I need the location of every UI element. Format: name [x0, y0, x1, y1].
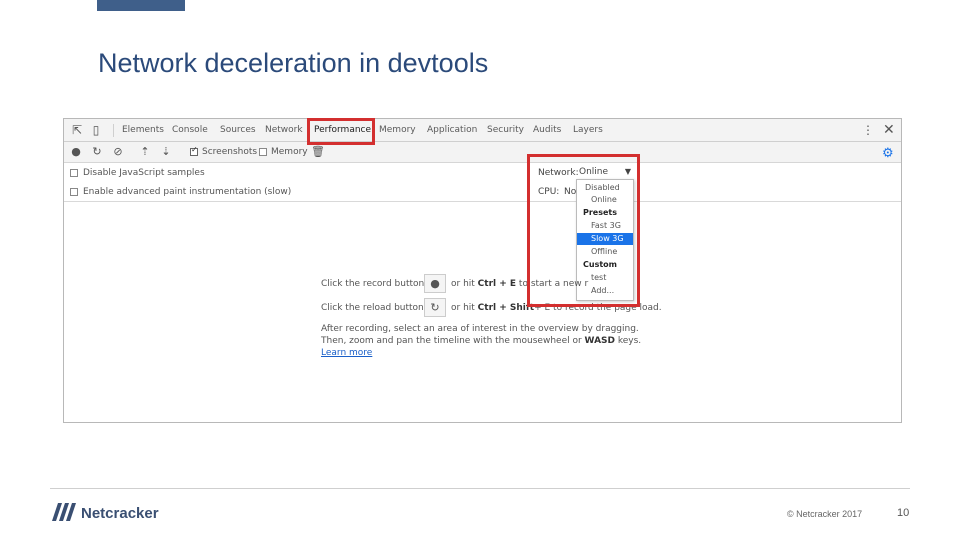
- devtools-tab-bar: ⇱ ▯ Elements Console Sources Network Per…: [64, 119, 901, 142]
- inspect-element-icon[interactable]: ⇱: [70, 123, 84, 137]
- record-instruction-prefix: Click the record button: [321, 279, 425, 289]
- tab-application[interactable]: Application: [427, 125, 477, 135]
- tab-audits[interactable]: Audits: [533, 125, 561, 135]
- tab-elements[interactable]: Elements: [122, 125, 164, 135]
- learn-more-link[interactable]: Learn more: [321, 348, 372, 358]
- netcracker-logo: Netcracker: [50, 501, 159, 525]
- logo-text: Netcracker: [81, 505, 159, 522]
- record-icon: ●: [430, 277, 440, 290]
- memory-checkbox[interactable]: [259, 148, 267, 156]
- reload-icon[interactable]: ↻: [90, 145, 104, 159]
- copyright-text: © Netcracker 2017: [787, 509, 863, 519]
- options-divider: [64, 201, 901, 202]
- disable-js-samples-checkbox[interactable]: [70, 169, 78, 177]
- tab-sources[interactable]: Sources: [220, 125, 256, 135]
- record-icon[interactable]: ●: [69, 145, 83, 159]
- after-recording-line1: After recording, select an area of inter…: [321, 324, 639, 334]
- advanced-paint-label: Enable advanced paint instrumentation (s…: [83, 187, 292, 197]
- netcracker-logo-icon: [52, 503, 76, 521]
- footer-divider: [50, 488, 910, 489]
- screenshots-checkbox[interactable]: [190, 145, 198, 156]
- memory-label: Memory: [271, 147, 308, 157]
- performance-toolbar: ● ↻ ⊘ ⇡ ⇣ Screenshots Memory 🗑 ⚙: [64, 142, 901, 163]
- after-recording-line2: Then, zoom and pan the timeline with the…: [321, 336, 642, 346]
- performance-tab-highlight: [307, 118, 375, 145]
- clear-icon[interactable]: ⊘: [111, 145, 125, 159]
- slide-title: Network deceleration in devtools: [98, 48, 489, 78]
- network-dropdown-highlight: [527, 154, 640, 307]
- garbage-collect-icon[interactable]: 🗑: [311, 145, 325, 159]
- reload-icon: ↻: [430, 301, 440, 314]
- devtools-panel: ⇱ ▯ Elements Console Sources Network Per…: [63, 118, 902, 423]
- load-profile-icon[interactable]: ⇡: [138, 145, 152, 159]
- tab-security[interactable]: Security: [487, 125, 524, 135]
- tab-console[interactable]: Console: [172, 125, 208, 135]
- tab-separator: [113, 124, 114, 137]
- settings-gear-icon[interactable]: ⚙: [882, 145, 894, 161]
- tab-layers[interactable]: Layers: [573, 125, 603, 135]
- more-options-icon[interactable]: ⋮: [862, 123, 874, 137]
- advanced-paint-checkbox[interactable]: [70, 188, 78, 196]
- reload-button[interactable]: ↻: [424, 298, 446, 317]
- tab-network[interactable]: Network: [265, 125, 303, 135]
- save-profile-icon[interactable]: ⇣: [159, 145, 173, 159]
- top-accent-bar: [97, 0, 185, 11]
- device-toolbar-icon[interactable]: ▯: [89, 123, 103, 137]
- close-icon[interactable]: ✕: [883, 121, 895, 138]
- reload-instruction-prefix: Click the reload button: [321, 303, 424, 313]
- page-number: 10: [897, 507, 910, 519]
- screenshots-label: Screenshots: [202, 147, 258, 157]
- tab-memory[interactable]: Memory: [379, 125, 416, 135]
- record-button[interactable]: ●: [424, 274, 446, 293]
- disable-js-samples-label: Disable JavaScript samples: [83, 168, 205, 178]
